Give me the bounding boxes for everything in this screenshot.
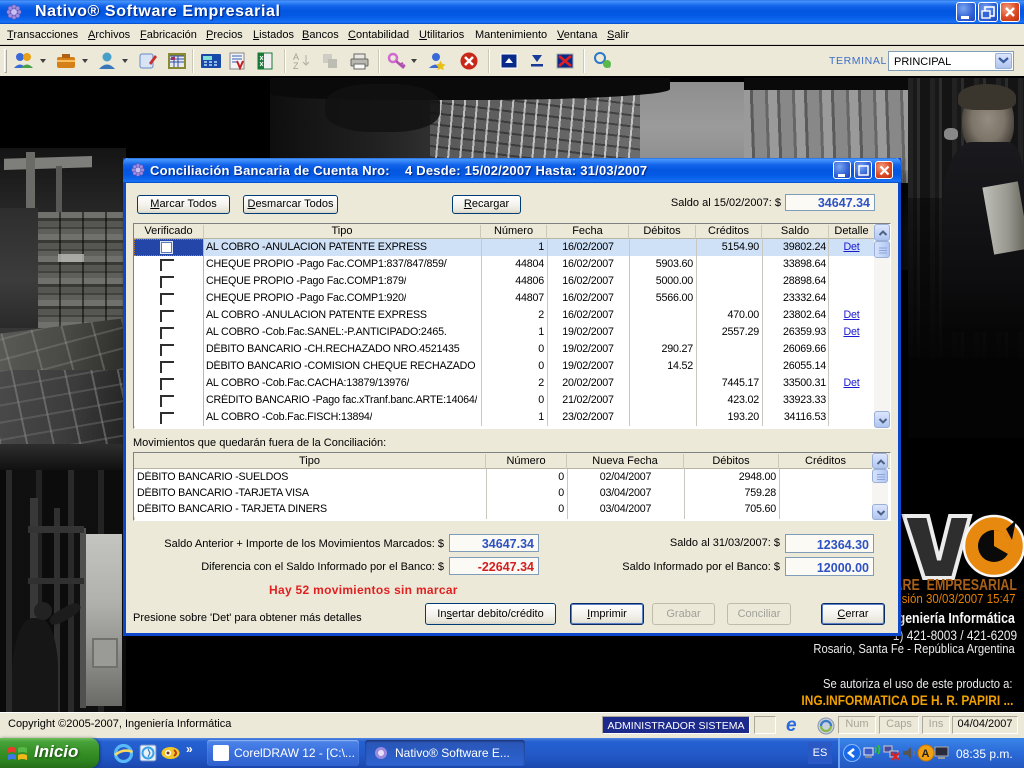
svg-text:Z: Z	[293, 61, 299, 71]
svg-text:A: A	[922, 748, 930, 760]
